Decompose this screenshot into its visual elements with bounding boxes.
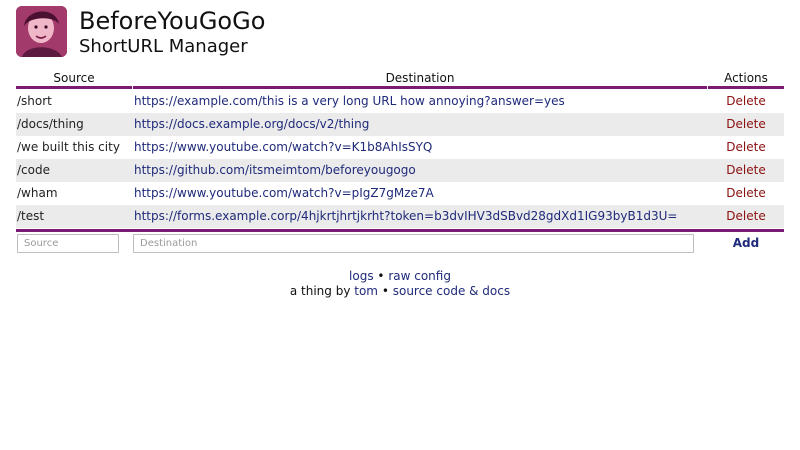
- delete-cell: Delete: [708, 90, 784, 113]
- add-shorturl-row: Add: [16, 234, 784, 260]
- column-header-actions: Actions: [708, 70, 784, 89]
- table-row: /we built this city https://www.youtube.…: [16, 136, 784, 159]
- destination-link[interactable]: https://forms.example.corp/4hjkrtjhrtjkr…: [133, 205, 708, 228]
- byline-prefix: a thing by: [289, 284, 355, 298]
- destination-input[interactable]: [133, 234, 694, 253]
- source-docs-link[interactable]: source code & docs: [393, 284, 510, 298]
- source-input[interactable]: [17, 234, 119, 253]
- destination-link[interactable]: https://www.youtube.com/watch?v=pIgZ7gMz…: [133, 182, 708, 205]
- delete-cell: Delete: [708, 205, 784, 228]
- delete-cell: Delete: [708, 136, 784, 159]
- table-row: /wham https://www.youtube.com/watch?v=pI…: [16, 182, 784, 205]
- source-cell: /test: [16, 205, 133, 228]
- header: BeforeYouGoGo ShortURL Manager: [16, 6, 786, 60]
- table-header-row: Source Destination Actions: [16, 70, 784, 90]
- app-logo: [16, 6, 67, 57]
- table-row: /code https://github.com/itsmeimtom/befo…: [16, 159, 784, 182]
- shorturl-table: Source Destination Actions /short https:…: [16, 70, 784, 260]
- app-title: BeforeYouGoGo: [79, 7, 266, 35]
- footer: logs • raw config a thing by tom • sourc…: [0, 269, 800, 299]
- author-link[interactable]: tom: [354, 284, 378, 298]
- destination-link[interactable]: https://github.com/itsmeimtom/beforeyoug…: [133, 159, 708, 182]
- add-button[interactable]: Add: [708, 234, 784, 253]
- source-cell: /code: [16, 159, 133, 182]
- delete-cell: Delete: [708, 159, 784, 182]
- source-cell: /short: [17, 94, 52, 108]
- source-cell: /we built this city: [17, 140, 120, 154]
- logs-link[interactable]: logs: [349, 269, 374, 283]
- footer-separator: •: [373, 269, 389, 283]
- destination-link[interactable]: https://docs.example.org/docs/v2/thing: [133, 113, 708, 136]
- delete-button[interactable]: Delete: [726, 117, 765, 131]
- raw-config-link[interactable]: raw config: [388, 269, 451, 283]
- table-row: /docs/thing https://docs.example.org/doc…: [16, 113, 784, 136]
- delete-button[interactable]: Delete: [726, 140, 765, 154]
- delete-cell: Delete: [708, 182, 784, 205]
- app-logo-image: [16, 6, 67, 57]
- destination-link[interactable]: https://www.youtube.com/watch?v=K1b8AhIs…: [133, 136, 708, 159]
- delete-button[interactable]: Delete: [726, 163, 765, 177]
- footer-separator: •: [378, 284, 393, 298]
- table-row: /short https://example.com/this is a ver…: [16, 90, 784, 113]
- delete-cell: Delete: [708, 113, 784, 136]
- table-row: /test https://forms.example.corp/4hjkrtj…: [16, 205, 784, 228]
- app-subtitle: ShortURL Manager: [79, 36, 248, 57]
- column-header-destination: Destination: [133, 70, 707, 89]
- footer-byline: a thing by tom • source code & docs: [0, 284, 800, 299]
- source-cell: /docs/thing: [16, 113, 133, 136]
- destination-link[interactable]: https://example.com/this is a very long …: [133, 90, 708, 113]
- table-footer-divider: [16, 229, 784, 232]
- delete-button[interactable]: Delete: [726, 209, 765, 223]
- source-cell: /wham: [17, 186, 58, 200]
- column-header-source: Source: [16, 70, 132, 89]
- delete-button[interactable]: Delete: [726, 94, 765, 108]
- footer-links: logs • raw config: [0, 269, 800, 284]
- delete-button[interactable]: Delete: [726, 186, 765, 200]
